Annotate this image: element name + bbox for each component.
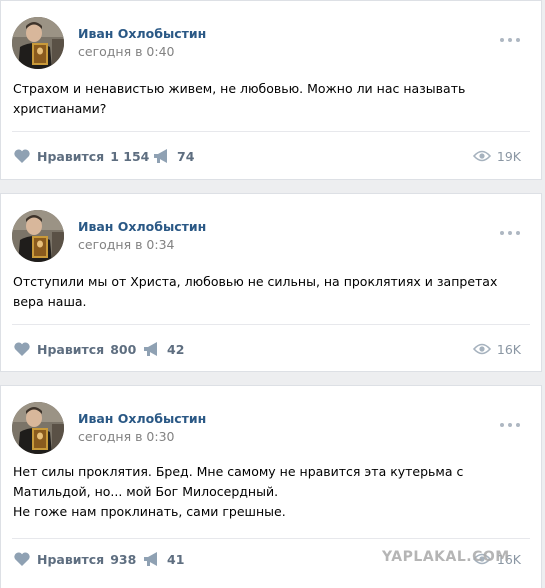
megaphone-icon (154, 149, 167, 163)
post-card: Иван Охлобыстин сегодня в 0:40 Страхом и… (0, 0, 542, 180)
heart-icon (14, 342, 30, 356)
more-dots-icon[interactable] (499, 29, 521, 42)
post-text: Отступили мы от Христа, любовью не сильн… (13, 272, 517, 312)
post-text-line: Нет силы проклятия. Бред. Мне самому не … (13, 464, 464, 499)
post-actions: Нравится 800 42 16K (13, 339, 521, 359)
share-count: 41 (167, 551, 185, 567)
author-name[interactable]: Иван Охлобыстин (78, 26, 206, 41)
share-button[interactable]: 41 (143, 549, 184, 569)
divider (12, 324, 530, 325)
like-label: Нравится (37, 341, 105, 357)
author-name[interactable]: Иван Охлобыстин (78, 219, 206, 234)
eye-icon (472, 343, 491, 355)
share-button[interactable]: 74 (153, 146, 194, 166)
post-time[interactable]: сегодня в 0:34 (78, 237, 175, 252)
post-time[interactable]: сегодня в 0:40 (78, 44, 175, 59)
post-text-line: Не гоже нам проклинать, сами грешные. (13, 504, 286, 519)
avatar[interactable] (12, 17, 64, 69)
post-text-line: Страхом и ненавистью живем, не любовью. … (13, 81, 466, 116)
eye-icon (472, 150, 491, 162)
watermark: YAPLAKAL.COM (382, 549, 510, 565)
post-text: Страхом и ненавистью живем, не любовью. … (13, 79, 517, 119)
more-dots-icon[interactable] (499, 222, 521, 235)
megaphone-icon (144, 342, 157, 356)
avatar[interactable] (12, 210, 64, 262)
views-counter: 16K (472, 339, 521, 359)
share-count: 42 (167, 341, 185, 357)
like-button[interactable]: Нравится 938 (13, 549, 136, 569)
views-count: 19K (496, 148, 521, 164)
post-actions: Нравится 1 154 74 19K (13, 146, 521, 166)
like-count: 938 (110, 551, 137, 567)
post-text-line: Отступили мы от Христа, любовью не сильн… (13, 274, 498, 309)
like-count: 800 (110, 341, 137, 357)
like-button[interactable]: Нравится 800 (13, 339, 136, 359)
like-label: Нравится (37, 148, 105, 164)
like-label: Нравится (37, 551, 105, 567)
divider (12, 131, 530, 132)
more-dots-icon[interactable] (499, 414, 521, 427)
heart-icon (14, 149, 30, 163)
post-card: Иван Охлобыстин сегодня в 0:34 Отступили… (0, 193, 542, 372)
post-text: Нет силы проклятия. Бред. Мне самому не … (13, 462, 517, 522)
author-name[interactable]: Иван Охлобыстин (78, 411, 206, 426)
avatar[interactable] (12, 402, 64, 454)
post-time[interactable]: сегодня в 0:30 (78, 429, 175, 444)
share-count: 74 (177, 148, 195, 164)
heart-icon (14, 552, 30, 566)
divider (12, 538, 530, 539)
share-button[interactable]: 42 (143, 339, 184, 359)
like-button[interactable]: Нравится 1 154 (13, 146, 149, 166)
like-count: 1 154 (110, 148, 150, 164)
views-counter: 19K (472, 146, 521, 166)
views-count: 16K (496, 341, 521, 357)
megaphone-icon (144, 552, 157, 566)
